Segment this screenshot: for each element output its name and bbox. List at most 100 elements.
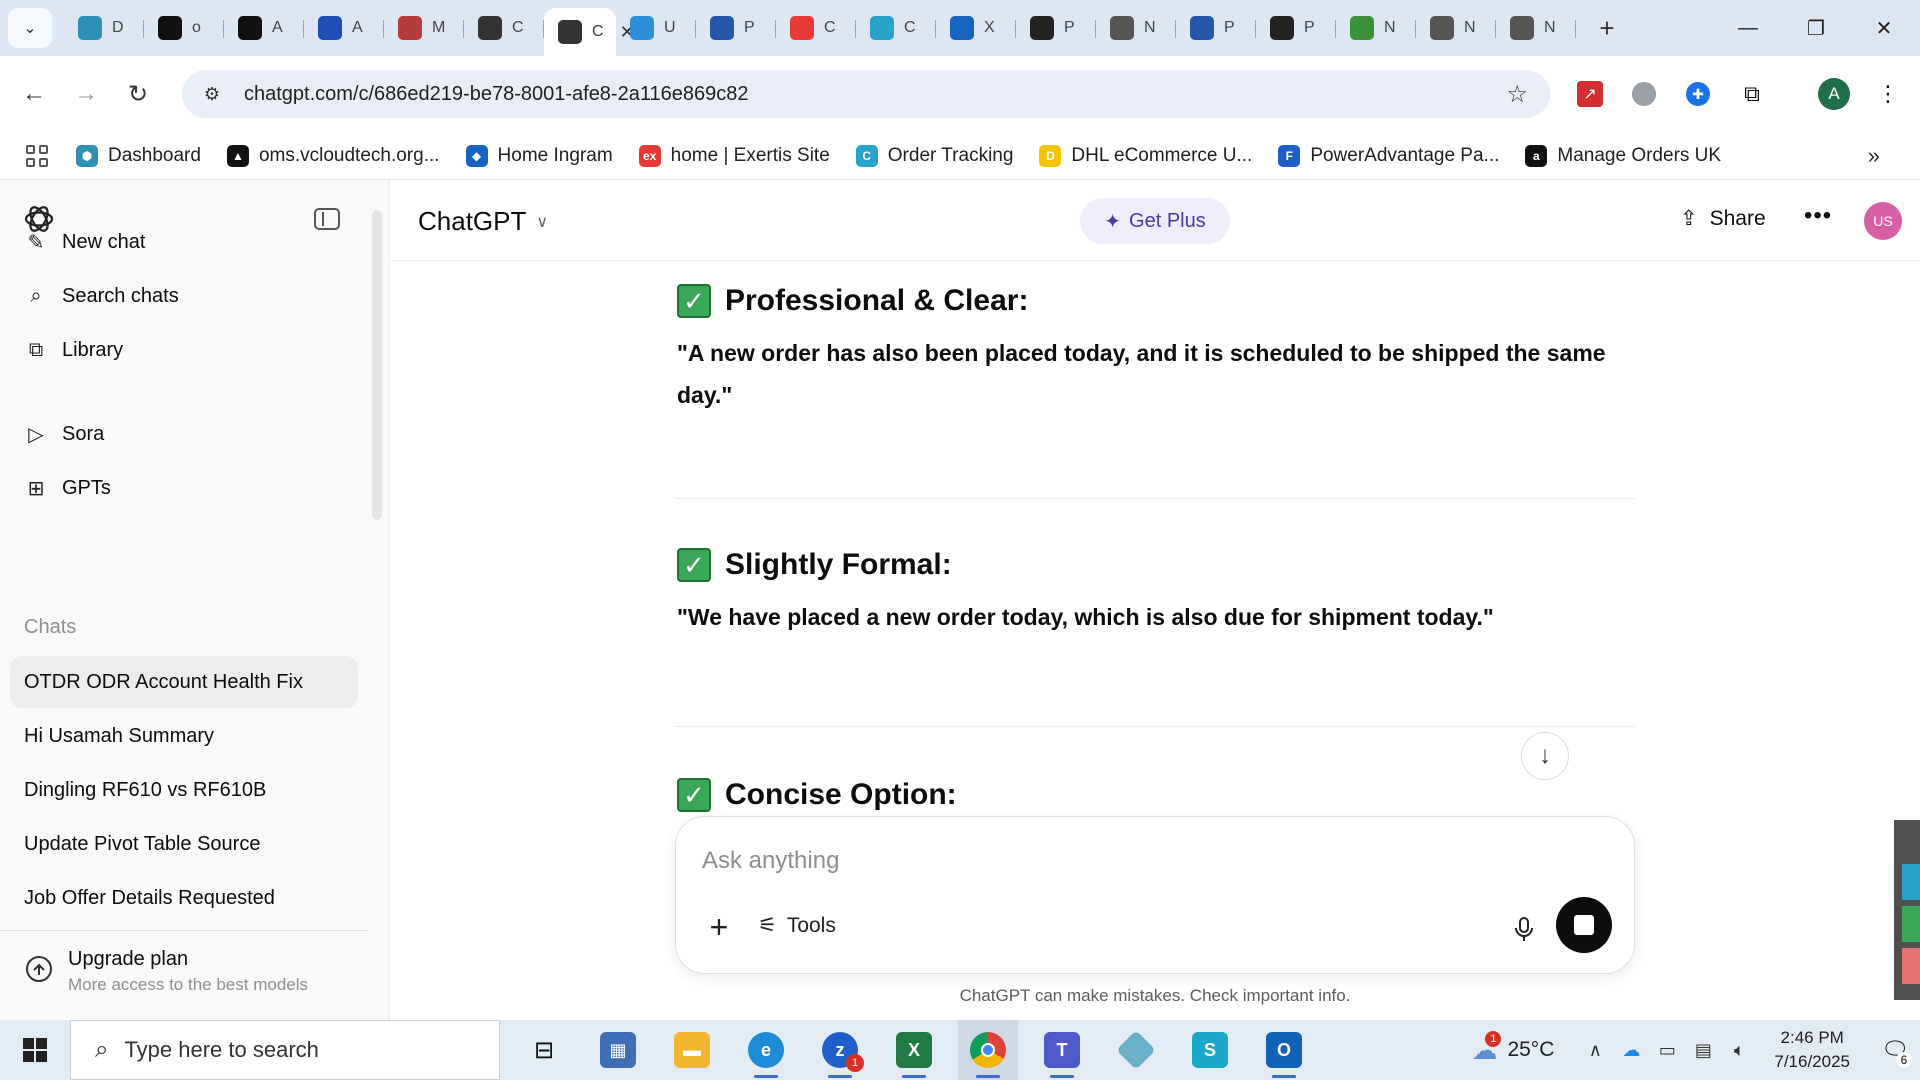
teams-icon[interactable]: T [1032, 1020, 1092, 1080]
battery-icon[interactable]: ▭ [1652, 1040, 1682, 1061]
bookmark-item[interactable]: ⬢ Dashboard [76, 144, 201, 167]
bookmark-item[interactable]: F PowerAdvantage Pa... [1278, 144, 1499, 167]
minimize-button[interactable]: — [1720, 10, 1776, 46]
bookmark-item[interactable]: ▲ oms.vcloudtech.org... [226, 144, 440, 167]
onedrive-icon[interactable]: ☁ [1616, 1040, 1646, 1061]
browser-tab[interactable]: P [1176, 8, 1256, 48]
tab-title: P [744, 19, 755, 36]
side-panel-tabs[interactable] [1894, 820, 1920, 1000]
side-tab[interactable] [1902, 864, 1920, 900]
microphone-icon[interactable] [1508, 913, 1540, 945]
back-button[interactable]: ← [14, 74, 54, 114]
reload-button[interactable]: ↻ [118, 74, 158, 114]
weather-widget[interactable]: ☁ 1 25°C [1471, 1030, 1554, 1066]
browser-tab[interactable]: N [1096, 8, 1176, 48]
bookmark-item[interactable]: C Order Tracking [855, 144, 1013, 167]
apps-grid-icon[interactable] [26, 144, 48, 167]
tab-title: P [1064, 19, 1075, 36]
sidebar-item-sora[interactable]: ▷ Sora [24, 422, 104, 446]
chat-list-item[interactable]: Job Offer Details Requested [10, 872, 358, 924]
browser-tab[interactable]: N [1416, 8, 1496, 48]
chat-list-item[interactable]: Update Pivot Table Source [10, 818, 358, 870]
chat-list-item[interactable]: Dingling RF610 vs RF610B [10, 764, 358, 816]
bookmark-star-icon[interactable]: ☆ [1506, 80, 1528, 109]
add-attachment-button[interactable]: + [702, 909, 736, 946]
browser-tab[interactable]: C [464, 8, 544, 48]
chat-list-item[interactable]: Hi Usamah Summary [10, 710, 358, 762]
sidebar-item-search-chats[interactable]: ⌕ Search chats [24, 284, 178, 308]
task-view-icon[interactable]: ⊟ [514, 1020, 574, 1080]
prompt-input[interactable] [702, 843, 1582, 879]
forward-button[interactable]: → [66, 74, 106, 114]
sidebar-item-new-chat[interactable]: ✎ New chat [24, 230, 146, 254]
browser-tab[interactable]: N [1496, 8, 1576, 48]
browser-tab[interactable]: N [1336, 8, 1416, 48]
browser-tab[interactable]: M [384, 8, 464, 48]
file-explorer-icon[interactable]: ▬ [662, 1020, 722, 1080]
new-tab-button[interactable]: + [1592, 13, 1622, 44]
more-options-icon[interactable]: ••• [1804, 202, 1832, 230]
scroll-down-button[interactable]: ↓ [1521, 732, 1569, 780]
app-s-icon[interactable]: S [1180, 1020, 1240, 1080]
sidebar-toggle-icon[interactable] [314, 208, 340, 230]
menu-kebab-icon[interactable]: ⋮ [1870, 76, 1906, 112]
pdf-extension-icon[interactable]: ↗ [1572, 76, 1608, 112]
tools-button[interactable]: ⚟ Tools [758, 913, 836, 938]
tab-search-button[interactable]: ⌄ [8, 8, 52, 48]
app-hexagon-icon[interactable] [1106, 1020, 1166, 1080]
browser-tab[interactable]: C [856, 8, 936, 48]
bookmark-item[interactable]: D DHL eCommerce U... [1039, 144, 1253, 167]
calculator-icon[interactable]: ▦ [588, 1020, 648, 1080]
bookmark-item[interactable]: ◆ Home Ingram [465, 144, 613, 167]
browser-tab-active[interactable]: C ✕ [544, 8, 635, 56]
zoho-icon[interactable]: z1 [810, 1020, 870, 1080]
close-window-button[interactable]: ✕ [1856, 10, 1912, 46]
browser-tab[interactable]: A [304, 8, 384, 48]
browser-tab[interactable]: C [776, 8, 856, 48]
browser-tab[interactable]: P [1016, 8, 1096, 48]
puzzle-icon[interactable]: ⧉ [1734, 76, 1770, 112]
get-plus-button[interactable]: ✦ Get Plus [1080, 198, 1230, 244]
rings-icon [398, 16, 422, 40]
side-tab[interactable] [1902, 906, 1920, 942]
taskbar-search[interactable]: ⌕ Type here to search [70, 1020, 500, 1080]
edge-icon[interactable]: e [736, 1020, 796, 1080]
browser-tab[interactable]: P [1256, 8, 1336, 48]
upgrade-plan-button[interactable]: Upgrade plan More access to the best mod… [24, 948, 308, 995]
browser-tab[interactable]: D [64, 8, 144, 48]
excel-icon[interactable]: X [884, 1020, 944, 1080]
tray-chevron-icon[interactable]: ∧ [1580, 1040, 1610, 1061]
browser-tab[interactable]: P [696, 8, 776, 48]
sidebar-item-library[interactable]: ⧉ Library [24, 338, 123, 362]
clock[interactable]: 2:46 PM 7/16/2025 [1774, 1026, 1850, 1074]
extension-icon[interactable]: ✚ [1680, 76, 1716, 112]
restore-button[interactable]: ❐ [1788, 10, 1844, 46]
globe-extension-icon[interactable] [1626, 76, 1662, 112]
chrome-taskbar-icon[interactable] [958, 1020, 1018, 1080]
site-info-icon[interactable]: ⚙ [192, 84, 232, 105]
bookmark-label: DHL eCommerce U... [1071, 144, 1253, 166]
volume-icon[interactable]: 🔈︎ [1724, 1040, 1754, 1061]
model-selector[interactable]: ChatGPT ∨ [418, 206, 548, 237]
notifications-icon[interactable]: 🗨︎ 6 [1870, 1020, 1920, 1080]
sidebar-scrollbar[interactable] [372, 210, 382, 520]
url-text[interactable]: chatgpt.com/c/686ed219-be78-8001-afe8-2a… [244, 83, 748, 106]
user-avatar[interactable]: US [1864, 202, 1902, 240]
start-button[interactable] [0, 1020, 70, 1080]
browser-tab[interactable]: A [224, 8, 304, 48]
stop-generating-button[interactable] [1556, 897, 1612, 953]
sidebar-item-gpts[interactable]: ⊞ GPTs [24, 476, 111, 500]
more-bookmarks-icon[interactable]: » [1868, 143, 1880, 169]
share-button[interactable]: ⇪ Share [1680, 206, 1766, 231]
address-bar[interactable]: ⚙ chatgpt.com/c/686ed219-be78-8001-afe8-… [182, 70, 1550, 118]
network-icon[interactable]: ▤ [1688, 1040, 1718, 1061]
browser-tab[interactable]: U [616, 8, 696, 48]
browser-tab[interactable]: X [936, 8, 1016, 48]
bookmark-item[interactable]: ex home | Exertis Site [638, 144, 830, 167]
browser-tab[interactable]: o [144, 8, 224, 48]
outlook-icon[interactable]: O [1254, 1020, 1314, 1080]
side-tab[interactable] [1902, 948, 1920, 984]
chat-list-item-active[interactable]: OTDR ODR Account Health Fix [10, 656, 358, 708]
bookmark-item[interactable]: a Manage Orders UK [1525, 144, 1721, 167]
profile-avatar[interactable]: A [1818, 78, 1850, 110]
